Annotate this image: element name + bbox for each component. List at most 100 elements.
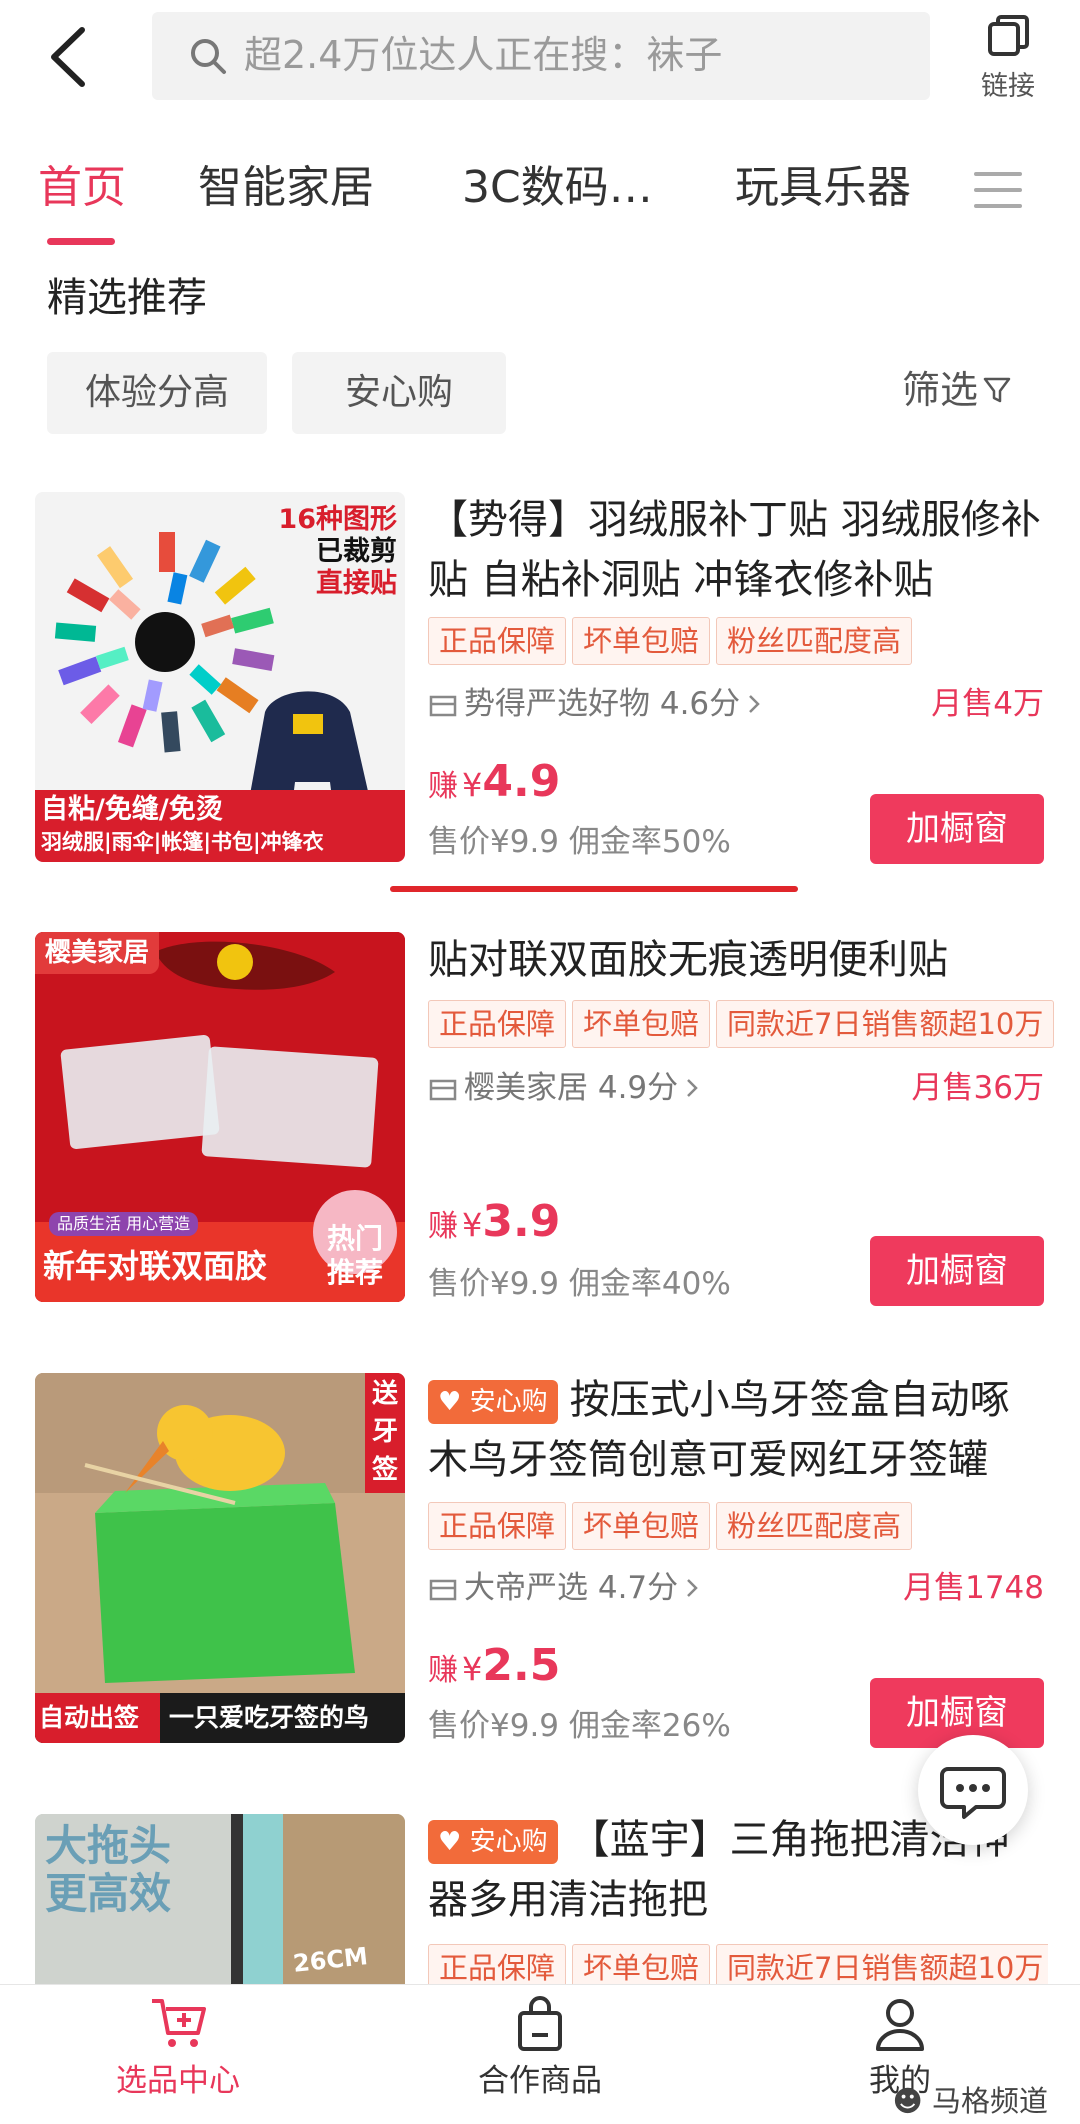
shop-name-score: 大帝严选 4.7分 — [464, 1570, 679, 1606]
link-button[interactable]: 链接 — [958, 14, 1058, 114]
menu-icon[interactable] — [972, 168, 1024, 212]
vertical-char: 签 — [371, 1455, 398, 1485]
vertical-char: 送 — [371, 1379, 398, 1409]
earn-label: 赚 — [428, 769, 458, 804]
back-button[interactable] — [40, 22, 120, 102]
earn-value: 2.5 — [482, 1640, 561, 1691]
nav-label: 合作商品 — [478, 2063, 602, 2099]
watermark-text: 马格频道 — [931, 2084, 1048, 2118]
hot-recommend-badge: 热门 推荐 — [319, 1222, 391, 1290]
tab-smart-home[interactable]: 智能家居 — [198, 158, 374, 218]
tag: 同款近7日销售额超10万 — [716, 1000, 1055, 1048]
filter-button[interactable]: 筛选 — [902, 362, 1012, 418]
earn-value: 3.9 — [482, 1196, 561, 1247]
earn-label: 赚 — [428, 1653, 458, 1688]
red-annotation-underline — [390, 886, 798, 892]
link-label: 链接 — [981, 71, 1035, 102]
gift-toothpick-label: 送 牙 签 — [365, 1375, 405, 1489]
image-caption: 新年对联双面胶 — [43, 1247, 268, 1285]
tab-3c-digital[interactable]: 3C数码… — [462, 158, 653, 218]
earn-value: 4.9 — [482, 756, 561, 807]
image-caption-top: 16种图形 已裁剪 直接贴 — [267, 504, 397, 600]
image-text-line: 直接贴 — [316, 568, 397, 599]
chevron-right-icon — [749, 695, 760, 713]
bird-toothpick-box-image — [35, 1373, 405, 1743]
product-title[interactable]: 贴对联双面胶无痕透明便利贴 — [428, 930, 1048, 990]
image-text-line: 16种图形 — [278, 504, 397, 535]
tab-home[interactable]: 首页 — [38, 158, 126, 218]
image-caption-bottom: 自粘/免缝/免烫 羽绒服|雨伞|帐篷|书包|冲锋衣 — [41, 794, 324, 858]
cart-plus-icon — [152, 1999, 206, 2047]
commission-earn: 赚 ¥3.9 — [428, 1192, 560, 1261]
filter-chip-anxin[interactable]: 安心购 — [292, 352, 506, 434]
image-text-line: 自粘/免缝/免烫 — [41, 794, 223, 825]
tag: 正品保障 — [428, 1944, 567, 1984]
filter-chip-experience-score[interactable]: 体验分高 — [47, 352, 267, 434]
brand-label: 樱美家居 — [35, 932, 160, 974]
chat-float-button[interactable] — [918, 1735, 1028, 1845]
nav-label: 选品中心 — [116, 2063, 240, 2099]
product-title[interactable]: ♥ 安心购 按压式小鸟牙签盒自动啄木鸟牙签筒创意可爱网红牙签罐 — [428, 1370, 1048, 1490]
search-icon — [191, 39, 226, 74]
add-to-showcase-button[interactable]: 加橱窗 — [870, 1236, 1044, 1306]
store-icon — [429, 1079, 457, 1101]
tag: 同款近7日销售额超10万 — [716, 1944, 1048, 1984]
product-image[interactable]: 樱美家居 品质生活 用心营造 新年对联双面胶 热门 推荐 — [35, 932, 405, 1302]
product-image[interactable]: 16种图形 已裁剪 直接贴 自粘/免缝/免烫 羽绒服|雨伞|帐篷|书包|冲锋衣 — [35, 492, 405, 862]
filter-label: 筛选 — [902, 368, 979, 412]
chevron-right-icon — [687, 1079, 698, 1097]
image-caption-left: 自动出签 — [39, 1703, 140, 1732]
shop-name-score: 樱美家居 4.9分 — [464, 1070, 679, 1106]
monthly-sales: 月售4万 — [931, 686, 1044, 722]
shop-info[interactable]: 势得严选好物 4.6分 — [428, 682, 762, 726]
section-title: 精选推荐 — [47, 275, 207, 321]
image-slogan: 品质生活 用心营造 — [49, 1212, 199, 1236]
badge-text: 安心购 — [469, 1387, 548, 1417]
image-caption-right: 一只爱吃牙签的鸟 — [169, 1703, 370, 1732]
tag: 粉丝匹配度高 — [716, 1502, 913, 1550]
tab-active-indicator — [47, 238, 115, 245]
product-title[interactable]: 【势得】羽绒服补丁贴 羽绒服修补贴 自粘补洞贴 冲锋衣修补贴 — [428, 490, 1048, 610]
tag: 正品保障 — [428, 1000, 567, 1048]
vertical-char: 牙 — [371, 1417, 398, 1447]
image-text-line: 已裁剪 — [316, 536, 397, 567]
nav-item-cooperation-products[interactable]: 合作商品 — [440, 1995, 640, 2101]
nav-item-selection-center[interactable]: 选品中心 — [78, 1995, 278, 2101]
anxin-badge: ♥ 安心购 — [428, 1380, 558, 1424]
chevron-right-icon — [687, 1579, 698, 1597]
commission-earn: 赚 ¥2.5 — [428, 1636, 560, 1705]
shop-info[interactable]: 大帝严选 4.7分 — [428, 1566, 700, 1610]
store-icon — [429, 1579, 457, 1601]
earn-currency: ¥ — [462, 766, 483, 804]
anxin-badge: ♥ 安心购 — [428, 1820, 558, 1864]
search-input[interactable]: 超2.4万位达人正在搜：袜子 — [152, 12, 930, 100]
product-tags: 正品保障 坏单包赔 同款近7日销售额超10万 — [428, 1000, 1055, 1050]
tag: 坏单包赔 — [572, 1944, 711, 1984]
message-icon — [940, 1767, 1006, 1819]
search-placeholder: 超2.4万位达人正在搜：袜子 — [244, 33, 723, 77]
wechat-icon: ☻ — [892, 2084, 923, 2118]
hot-text: 热门 — [326, 1222, 383, 1255]
product-image[interactable]: 送 牙 签 自动出签 一只爱吃牙签的鸟 — [35, 1373, 405, 1743]
tag: 坏单包赔 — [572, 617, 711, 665]
price-commission: 售价¥9.9 佣金率50% — [428, 824, 731, 860]
product-tags: 正品保障 坏单包赔 同款近7日销售额超10万 — [428, 1944, 1048, 1984]
shop-info[interactable]: 樱美家居 4.9分 — [428, 1066, 700, 1110]
chevron-left-icon — [51, 27, 85, 87]
add-to-showcase-button[interactable]: 加橱窗 — [870, 794, 1044, 864]
store-icon — [429, 695, 457, 717]
badge-text: 安心购 — [469, 1827, 548, 1857]
tag: 正品保障 — [428, 1502, 567, 1550]
product-image[interactable]: 大拖头 更高效 26CM — [35, 1814, 405, 1984]
image-caption: 大拖头 更高效 — [45, 1822, 171, 1918]
tag: 坏单包赔 — [572, 1000, 711, 1048]
copy-link-icon — [988, 15, 1029, 56]
recommend-text: 推荐 — [326, 1256, 383, 1289]
tab-toys-instruments[interactable]: 玩具乐器 — [735, 158, 911, 218]
commission-earn: 赚 ¥4.9 — [428, 752, 560, 821]
earn-currency: ¥ — [462, 1206, 483, 1244]
funnel-icon — [983, 377, 1011, 403]
bag-icon — [518, 1996, 562, 2051]
earn-label: 赚 — [428, 1209, 458, 1244]
monthly-sales: 月售1748 — [903, 1570, 1044, 1606]
